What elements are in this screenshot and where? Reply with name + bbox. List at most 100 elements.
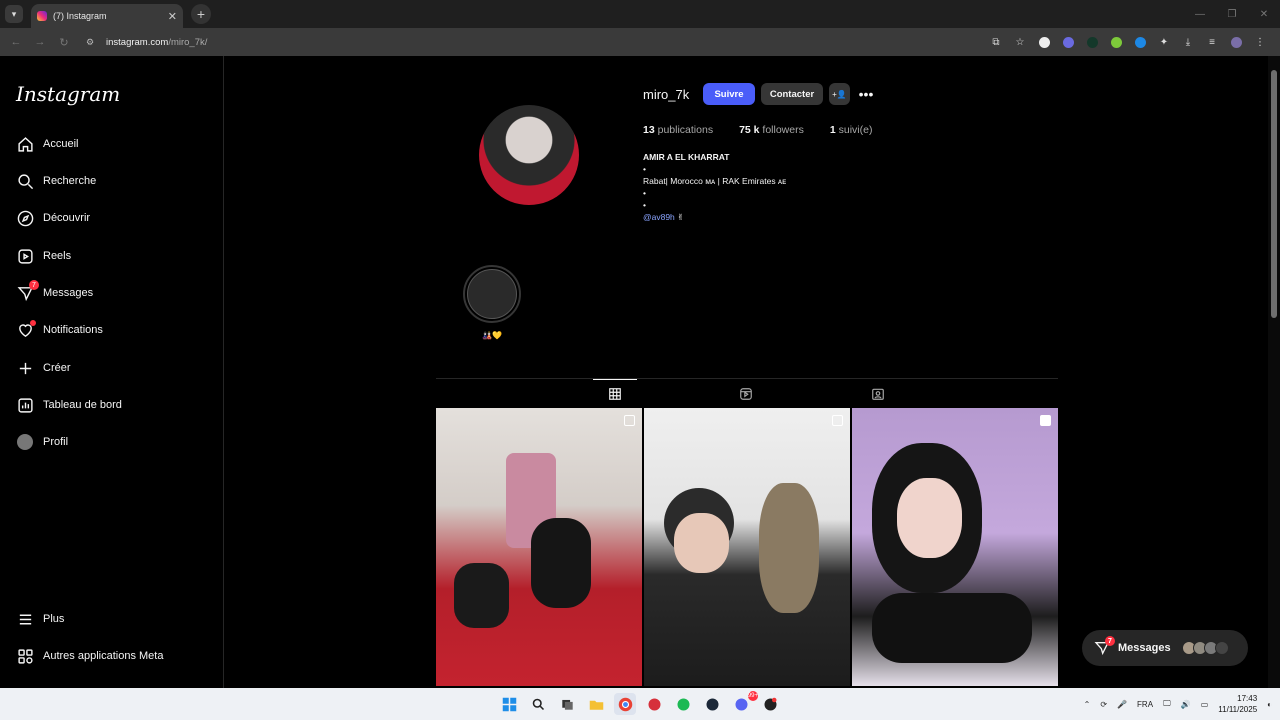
bio-full-name: AMIR A EL KHARRAT	[643, 152, 730, 162]
address-bar[interactable]: ⚙ instagram.com/miro_7k/	[82, 31, 972, 53]
post-thumbnail[interactable]	[852, 408, 1058, 686]
notification-center-icon[interactable]: ◐	[1267, 700, 1272, 709]
app-dark-icon[interactable]	[759, 693, 781, 715]
chrome-icon[interactable]	[614, 693, 636, 715]
nav-create[interactable]: Créer	[16, 355, 71, 381]
extension-4-icon[interactable]	[1104, 28, 1128, 56]
post-thumbnail[interactable]	[644, 408, 850, 686]
carousel-icon	[832, 415, 843, 426]
falcon-shape	[759, 483, 819, 613]
tab-tagged[interactable]	[856, 379, 900, 408]
battery-icon[interactable]: ▭	[1201, 700, 1209, 709]
discord-icon[interactable]: 99+	[730, 691, 758, 715]
highlight-cover	[467, 269, 517, 319]
nav-label: Tableau de bord	[43, 399, 122, 411]
input-language[interactable]: FRA	[1137, 700, 1153, 709]
face-shape	[674, 513, 729, 573]
volume-icon[interactable]: 🔊	[1181, 700, 1191, 709]
close-window-icon[interactable]: ✕	[1248, 0, 1280, 28]
system-tray: ⌃ ⟳ 🎤 FRA 🖵 🔊 ▭ 17:43 11/11/2025 ◐	[1074, 688, 1272, 720]
nav-search[interactable]: Recherche	[16, 168, 96, 194]
extensions-puzzle-icon[interactable]: ✦	[1152, 28, 1176, 56]
extension-5-icon[interactable]	[1128, 28, 1152, 56]
notification-dot	[30, 320, 36, 326]
windows-taskbar: 99+ ⌃ ⟳ 🎤 FRA 🖵 🔊 ▭ 17:43 11/11/2025 ◐	[0, 688, 1280, 720]
network-icon[interactable]: 🖵	[1163, 699, 1171, 709]
scrollbar-thumb[interactable]	[1271, 70, 1277, 318]
reels-icon	[16, 247, 34, 265]
nav-profile[interactable]: Profil	[16, 429, 68, 455]
tab-reels[interactable]	[724, 379, 768, 408]
nav-dashboard[interactable]: Tableau de bord	[16, 392, 122, 418]
discord-badge: 99+	[747, 691, 758, 701]
nav-label: Reels	[43, 250, 72, 262]
following-stat[interactable]: 1 suivi(e)	[830, 124, 873, 136]
follow-button[interactable]: Suivre	[703, 83, 755, 105]
posts-count-stat: 13 publications	[643, 124, 714, 136]
site-info-icon[interactable]: ⚙	[86, 37, 102, 48]
browser-tabbar: ▾ (7) Instagram ✕ + — ❐ ✕	[0, 0, 1280, 28]
nav-meta-apps[interactable]: Autres applications Meta	[16, 643, 163, 669]
download-icon[interactable]: ⤓	[1176, 28, 1200, 56]
window-controls: — ❐ ✕	[1184, 0, 1280, 28]
extension-1-icon[interactable]	[1032, 28, 1056, 56]
contact-button[interactable]: Contacter	[761, 83, 823, 105]
nav-home[interactable]: Accueil	[16, 131, 78, 157]
reload-icon[interactable]: ↻	[52, 36, 76, 49]
profile-username: miro_7k	[643, 87, 690, 102]
extension-3-icon[interactable]	[1080, 28, 1104, 56]
profile-stats: 13 publications 75 k followers 1 suivi(e…	[643, 124, 898, 136]
messages-badge: 7	[1105, 636, 1115, 646]
nav-more[interactable]: Plus	[16, 606, 64, 632]
tab-title: (7) Instagram	[53, 11, 107, 21]
profile-picture[interactable]	[479, 105, 579, 205]
task-view-icon[interactable]	[556, 693, 578, 715]
tab-posts[interactable]	[593, 379, 637, 408]
tray-overflow-icon[interactable]: ⌃	[1084, 700, 1091, 709]
steam-icon[interactable]	[701, 693, 723, 715]
nav-reels[interactable]: Reels	[16, 243, 71, 269]
more-options-icon[interactable]: •••	[856, 84, 876, 104]
forward-icon[interactable]: →	[28, 36, 52, 48]
messages-badge: 7	[29, 280, 39, 290]
browser-profile-avatar[interactable]	[1224, 28, 1248, 56]
post-thumbnail[interactable]	[436, 408, 642, 686]
nav-explore[interactable]: Découvrir	[16, 205, 90, 231]
nav-messages[interactable]: 7 Messages	[16, 280, 93, 306]
nav-notifications[interactable]: Notifications	[16, 317, 103, 343]
app-red-icon[interactable]	[643, 693, 665, 715]
windows-start-icon[interactable]	[498, 693, 520, 715]
bio-mention-link[interactable]: @av89h	[643, 212, 675, 222]
taskbar-clock[interactable]: 17:43 11/11/2025	[1218, 693, 1257, 715]
story-highlight[interactable]	[463, 265, 521, 323]
followers-stat[interactable]: 75 k followers	[739, 124, 804, 136]
search-icon[interactable]	[527, 693, 549, 715]
bio-emoji: ✌	[677, 212, 685, 222]
instagram-favicon-icon	[37, 11, 47, 21]
sync-icon[interactable]: ⟳	[1100, 700, 1107, 709]
instagram-logo[interactable]: Instagram	[16, 82, 120, 106]
bookmark-star-icon[interactable]: ☆	[1008, 28, 1032, 56]
browser-tab[interactable]: (7) Instagram ✕	[31, 4, 183, 28]
bio-line: •	[643, 200, 646, 210]
browser-menu-icon[interactable]: ⋮	[1248, 28, 1272, 56]
extension-2-icon[interactable]	[1056, 28, 1080, 56]
nav-label: Autres applications Meta	[43, 650, 164, 662]
minimize-icon[interactable]: —	[1184, 0, 1216, 28]
suggested-users-button[interactable]: +👤	[829, 83, 850, 105]
new-tab-button[interactable]: +	[191, 4, 211, 24]
file-explorer-icon[interactable]	[585, 693, 607, 715]
reading-list-icon[interactable]: ≡	[1200, 28, 1224, 56]
back-icon[interactable]: ←	[4, 36, 28, 48]
close-tab-icon[interactable]: ✕	[168, 10, 177, 23]
menu-icon	[16, 610, 34, 628]
plus-icon	[16, 359, 34, 377]
microphone-icon[interactable]: 🎤	[1117, 700, 1127, 709]
install-app-icon[interactable]: ⧉	[984, 28, 1008, 56]
posts-grid	[436, 408, 1058, 686]
spotify-icon[interactable]	[672, 693, 694, 715]
messages-floating-button[interactable]: 7 Messages	[1082, 630, 1248, 666]
nav-label: Profil	[43, 436, 69, 448]
maximize-icon[interactable]: ❐	[1216, 0, 1248, 28]
tab-search-button[interactable]: ▾	[5, 5, 23, 23]
